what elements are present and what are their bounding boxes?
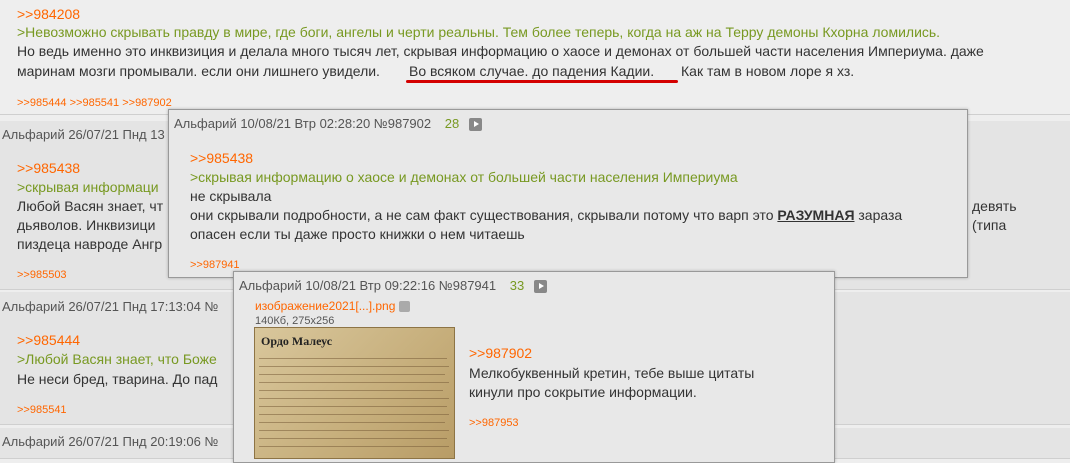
post-text-line: (типа [972, 217, 1007, 233]
post-text-line: Как там в новом лоре я хз. [681, 63, 855, 79]
post-text-line: кинули про сокрытие информации. [469, 384, 697, 400]
greentext-quote: >скрывая информацию о хаосе и демонах от… [190, 169, 738, 185]
text-segment: они скрывали подробности, а не сам факт … [190, 207, 778, 223]
post-header: Альфарий 26/07/21 Пнд 20:19:06 № [2, 434, 219, 449]
file-info: изображение2021[...].png [255, 299, 411, 313]
post-header: Альфарий 10/08/21 Втр 02:28:20 №987902 [174, 116, 432, 131]
attached-image-thumbnail[interactable]: Ордо Малеус [254, 327, 455, 459]
reply-links[interactable]: >>985444 >>985541 >>987902 [17, 97, 172, 109]
post-number-link[interactable]: >>987902 [469, 345, 532, 361]
reply-links[interactable]: >>985541 [17, 404, 67, 416]
post-header: Альфарий 26/07/21 Пнд 13 [2, 127, 165, 142]
post-984208: >>984208 >Невозможно скрывать правду в м… [0, 0, 1070, 115]
image-title: Ордо Малеус [261, 334, 333, 348]
post-text-line: дьяволов. Инквизици [17, 217, 156, 233]
reply-preview-popup-987902: Альфарий 10/08/21 Втр 02:28:20 №987902 2… [168, 109, 968, 278]
reply-links[interactable]: >>987941 [190, 259, 240, 271]
bold-underlined-word: РАЗУМНАЯ [777, 207, 855, 223]
image-text-line [259, 374, 445, 375]
post-text-line: пиздеца навроде Ангр [17, 236, 163, 252]
text-segment: зараза [854, 207, 903, 223]
image-text-line [259, 398, 449, 399]
play-icon[interactable] [533, 280, 547, 294]
popup-header: Альфарий 10/08/21 Втр 02:28:20 №987902 2… [174, 116, 482, 132]
file-name-link[interactable]: изображение2021[...].png [255, 299, 395, 313]
image-text-line [259, 438, 447, 439]
post-header: Альфарий 26/07/21 Пнд 17:13:04 № [2, 299, 219, 314]
post-text-line: Но ведь именно это инквизиция и делала м… [17, 43, 984, 59]
post-text-line: Не неси бред, тварина. До пад [17, 371, 218, 387]
post-text-line: девять [972, 198, 1017, 214]
post-counter: 33 [509, 278, 525, 293]
post-text-line: опасен если ты даже просто книжки о нем … [190, 226, 525, 242]
post-number-link[interactable]: >>985438 [17, 160, 80, 176]
post-text-line: они скрывали подробности, а не сам факт … [190, 207, 902, 223]
post-header: Альфарий 10/08/21 Втр 09:22:16 №987941 [239, 278, 497, 293]
post-text-line: Мелкобуквенный кретин, тебе выше цитаты [469, 365, 755, 381]
file-meta: 140Кб, 275x256 [255, 315, 335, 327]
post-number-link[interactable]: >>984208 [17, 6, 80, 22]
post-number-link[interactable]: >>985438 [190, 150, 253, 166]
image-text-line [259, 430, 449, 431]
reply-links[interactable]: >>985503 [17, 269, 67, 281]
greentext-quote: >Любой Васян знает, что Боже [17, 351, 217, 367]
image-text-line [259, 406, 447, 407]
post-text-line: не скрывала [190, 188, 272, 204]
image-text-line [259, 366, 449, 367]
post-text-line: Любой Васян знает, чт [17, 198, 164, 214]
reply-links[interactable]: >>987953 [469, 417, 519, 429]
popup-header: Альфарий 10/08/21 Втр 09:22:16 №987941 3… [239, 278, 547, 294]
image-text-line [259, 358, 447, 359]
greentext-quote: >скрывая информаци [17, 179, 159, 195]
post-counter: 28 [444, 116, 460, 131]
image-text-line [259, 382, 449, 383]
image-text-line [259, 390, 443, 391]
image-text-line [259, 414, 449, 415]
red-underline-mark [406, 80, 678, 83]
underlined-text: Во всяком случае. до падения Кадии. [409, 63, 655, 79]
search-image-icon[interactable] [399, 301, 411, 313]
post-number-link[interactable]: >>985444 [17, 332, 80, 348]
greentext-quote: >Невозможно скрывать правду в мире, где … [17, 24, 941, 40]
post-text-line: маринам мозги промывали. если они лишнег… [17, 63, 380, 79]
image-text-line [259, 422, 445, 423]
image-text-line [259, 446, 449, 447]
play-icon[interactable] [468, 118, 482, 132]
